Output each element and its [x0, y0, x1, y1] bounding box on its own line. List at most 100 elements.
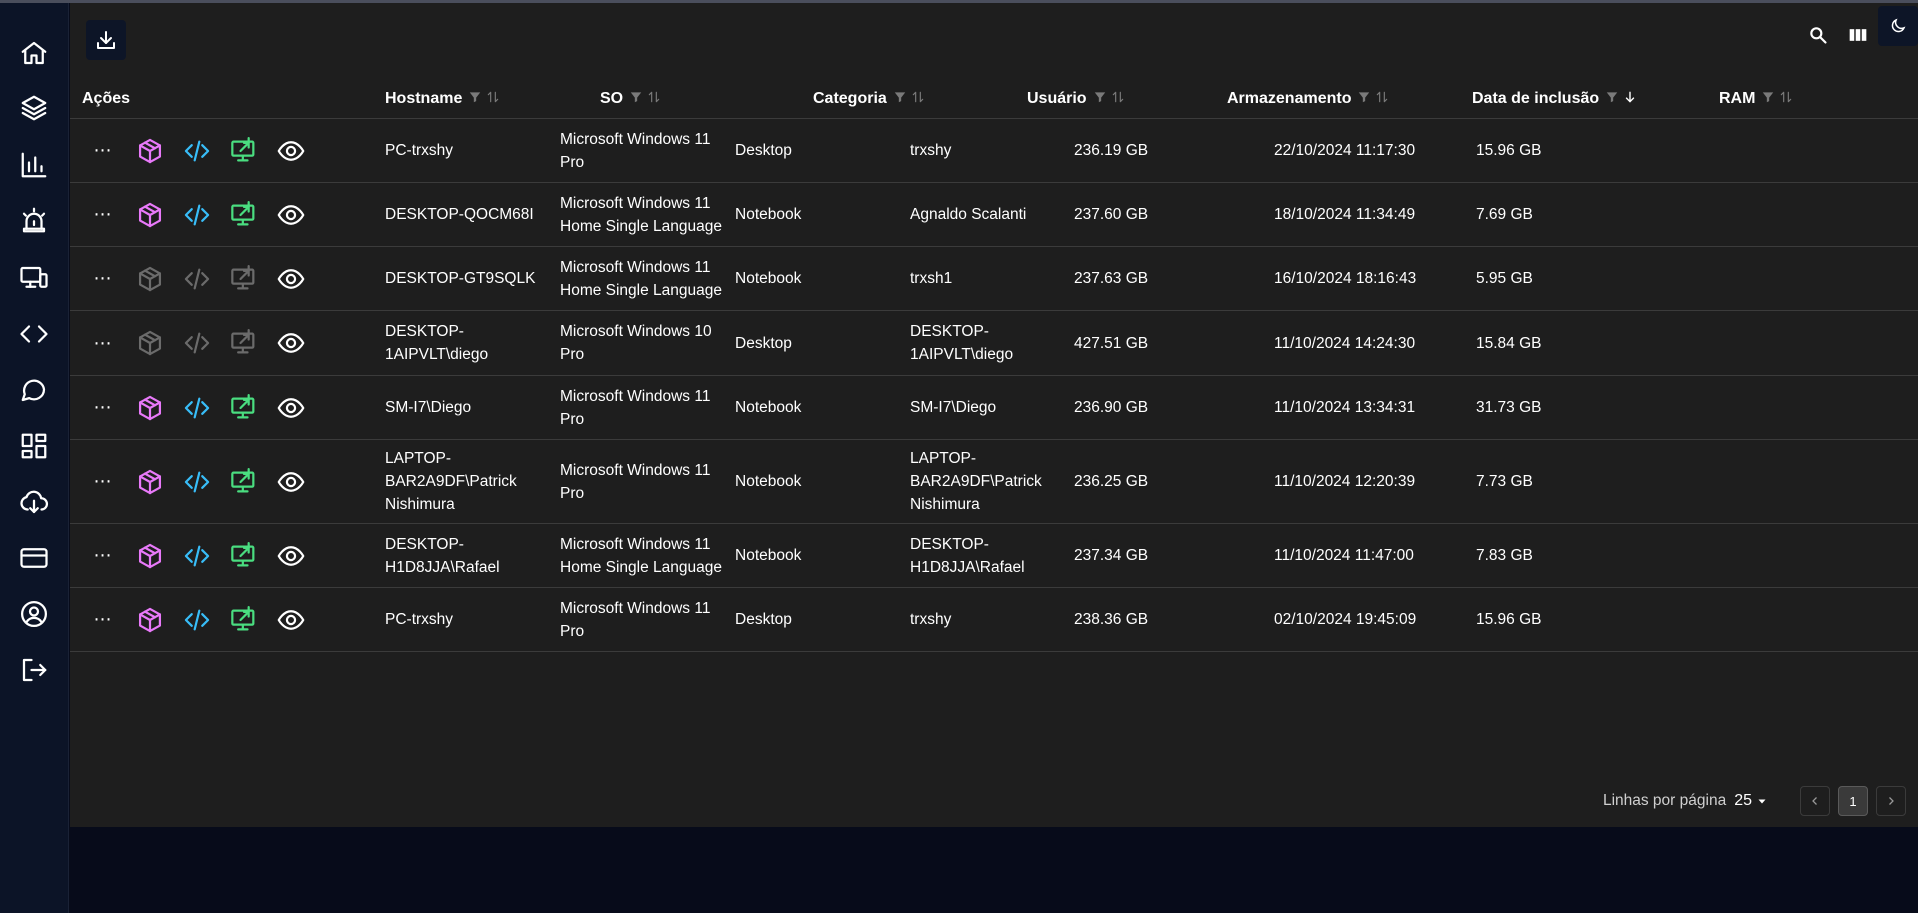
cell-line: Microsoft Windows 11	[560, 194, 711, 212]
filter-icon[interactable]	[893, 90, 907, 109]
remote-access-icon[interactable]	[229, 541, 259, 571]
view-icon[interactable]	[276, 264, 306, 294]
code-icon[interactable]	[182, 467, 212, 497]
table-row[interactable]: ⋯ LAPTOP- BAR2A9DF\Patrick Nishimura Microso…	[70, 440, 1918, 524]
moon-icon[interactable]	[1878, 6, 1918, 46]
cell-so: Microsoft Windows 11 Pro	[560, 376, 710, 439]
remote-access-icon[interactable]	[229, 393, 259, 423]
bar-chart-icon[interactable]	[17, 148, 51, 182]
code-icon[interactable]	[182, 393, 212, 423]
previous-page-button[interactable]	[1800, 786, 1830, 816]
table-row[interactable]: ⋯ DESKTOP-GT9SQLK Microsoft Windows 11 Home…	[70, 247, 1918, 311]
remote-access-icon[interactable]	[229, 200, 259, 230]
caret-down-icon	[1758, 799, 1766, 804]
filter-icon[interactable]	[1761, 90, 1775, 109]
credit-card-icon[interactable]	[17, 541, 51, 575]
search-icon[interactable]	[1798, 20, 1838, 50]
code-icon[interactable]	[182, 328, 212, 358]
sort-icon[interactable]	[486, 90, 500, 109]
cell-so: Microsoft Windows 11 Home Single Language	[560, 183, 722, 246]
more-options-icon[interactable]: ⋯	[88, 264, 118, 294]
logout-icon[interactable]	[17, 653, 51, 687]
package-icon[interactable]	[135, 328, 165, 358]
filter-icon[interactable]	[1357, 90, 1371, 109]
view-icon[interactable]	[276, 605, 306, 635]
table-row[interactable]: ⋯ DESKTOP- H1D8JJA\Rafael Microsoft Windows…	[70, 524, 1918, 588]
sort-icon[interactable]	[911, 90, 925, 109]
page-button[interactable]: 1	[1838, 786, 1868, 816]
view-icon[interactable]	[276, 200, 306, 230]
header-so[interactable]: SO	[600, 79, 661, 119]
package-icon[interactable]	[135, 393, 165, 423]
more-options-icon[interactable]: ⋯	[88, 136, 118, 166]
columns-icon[interactable]	[1838, 20, 1878, 50]
sort-descending-icon[interactable]	[1623, 90, 1637, 109]
header-categoria[interactable]: Categoria	[813, 79, 925, 119]
filter-icon[interactable]	[468, 90, 482, 109]
home-icon[interactable]	[17, 36, 51, 70]
cell-data: 11/10/2024 14:24:30	[1274, 334, 1416, 352]
cell-so: Microsoft Windows 11 Home Single Language	[560, 524, 722, 587]
sort-icon[interactable]	[1111, 90, 1125, 109]
more-options-icon[interactable]: ⋯	[88, 467, 118, 497]
code-icon[interactable]	[182, 541, 212, 571]
remote-access-icon[interactable]	[229, 467, 259, 497]
view-icon[interactable]	[276, 136, 306, 166]
next-page-button[interactable]	[1876, 786, 1906, 816]
more-options-icon[interactable]: ⋯	[88, 541, 118, 571]
package-icon[interactable]	[135, 264, 165, 294]
filter-icon[interactable]	[629, 90, 643, 109]
code-icon[interactable]	[182, 264, 212, 294]
remote-access-icon[interactable]	[229, 605, 259, 635]
package-icon[interactable]	[135, 467, 165, 497]
package-icon[interactable]	[135, 605, 165, 635]
alarm-icon[interactable]	[17, 203, 51, 237]
code-icon[interactable]	[182, 605, 212, 635]
header-ram[interactable]: RAM	[1719, 79, 1793, 119]
cell-line: trxshy	[910, 611, 952, 628]
more-options-icon[interactable]: ⋯	[88, 200, 118, 230]
table-row[interactable]: ⋯ DESKTOP-QOCM68I Microsoft Windows 11 Home…	[70, 183, 1918, 247]
header-data[interactable]: Data de inclusão	[1472, 79, 1637, 119]
sort-icon[interactable]	[1375, 90, 1389, 109]
download-icon[interactable]	[86, 20, 126, 60]
filter-icon[interactable]	[1605, 90, 1619, 109]
remote-access-icon[interactable]	[229, 328, 259, 358]
cloud-download-icon[interactable]	[17, 485, 51, 519]
table-row[interactable]: ⋯ DESKTOP- 1AIPVLT\diego Microsoft Windows …	[70, 311, 1918, 376]
cell-line: Pro	[560, 484, 585, 502]
code-icon[interactable]	[17, 317, 51, 351]
header-hostname[interactable]: Hostname	[385, 79, 500, 119]
table-row[interactable]: ⋯ SM-I7\Diego Microsoft Windows 11 Pro Noteb…	[70, 376, 1918, 440]
package-icon[interactable]	[135, 136, 165, 166]
more-options-icon[interactable]: ⋯	[88, 328, 118, 358]
dashboard-icon[interactable]	[17, 429, 51, 463]
header-usuario[interactable]: Usuário	[1027, 79, 1125, 119]
cell-line: DESKTOP-	[910, 535, 989, 553]
view-icon[interactable]	[276, 393, 306, 423]
table-row[interactable]: ⋯ PC-trxshy Microsoft Windows 11 Pro Desktop…	[70, 588, 1918, 652]
sort-icon[interactable]	[647, 90, 661, 109]
table-row[interactable]: ⋯ PC-trxshy Microsoft Windows 11 Pro Desktop…	[70, 119, 1918, 183]
devices-icon[interactable]	[17, 261, 51, 295]
more-options-icon[interactable]: ⋯	[88, 605, 118, 635]
cell-hostname: DESKTOP- H1D8JJA\Rafael	[385, 524, 500, 587]
remote-access-icon[interactable]	[229, 136, 259, 166]
package-icon[interactable]	[135, 200, 165, 230]
rows-per-page-select[interactable]: 25	[1734, 792, 1768, 810]
account-icon[interactable]	[17, 597, 51, 631]
more-options-icon[interactable]: ⋯	[88, 393, 118, 423]
sort-icon[interactable]	[1779, 90, 1793, 109]
cell-data: 18/10/2024 11:34:49	[1274, 206, 1416, 223]
chat-icon[interactable]	[17, 373, 51, 407]
code-icon[interactable]	[182, 136, 212, 166]
filter-icon[interactable]	[1093, 90, 1107, 109]
view-icon[interactable]	[276, 467, 306, 497]
layers-icon[interactable]	[17, 91, 51, 125]
header-armazenamento[interactable]: Armazenamento	[1227, 79, 1389, 119]
remote-access-icon[interactable]	[229, 264, 259, 294]
view-icon[interactable]	[276, 541, 306, 571]
view-icon[interactable]	[276, 328, 306, 358]
code-icon[interactable]	[182, 200, 212, 230]
package-icon[interactable]	[135, 541, 165, 571]
